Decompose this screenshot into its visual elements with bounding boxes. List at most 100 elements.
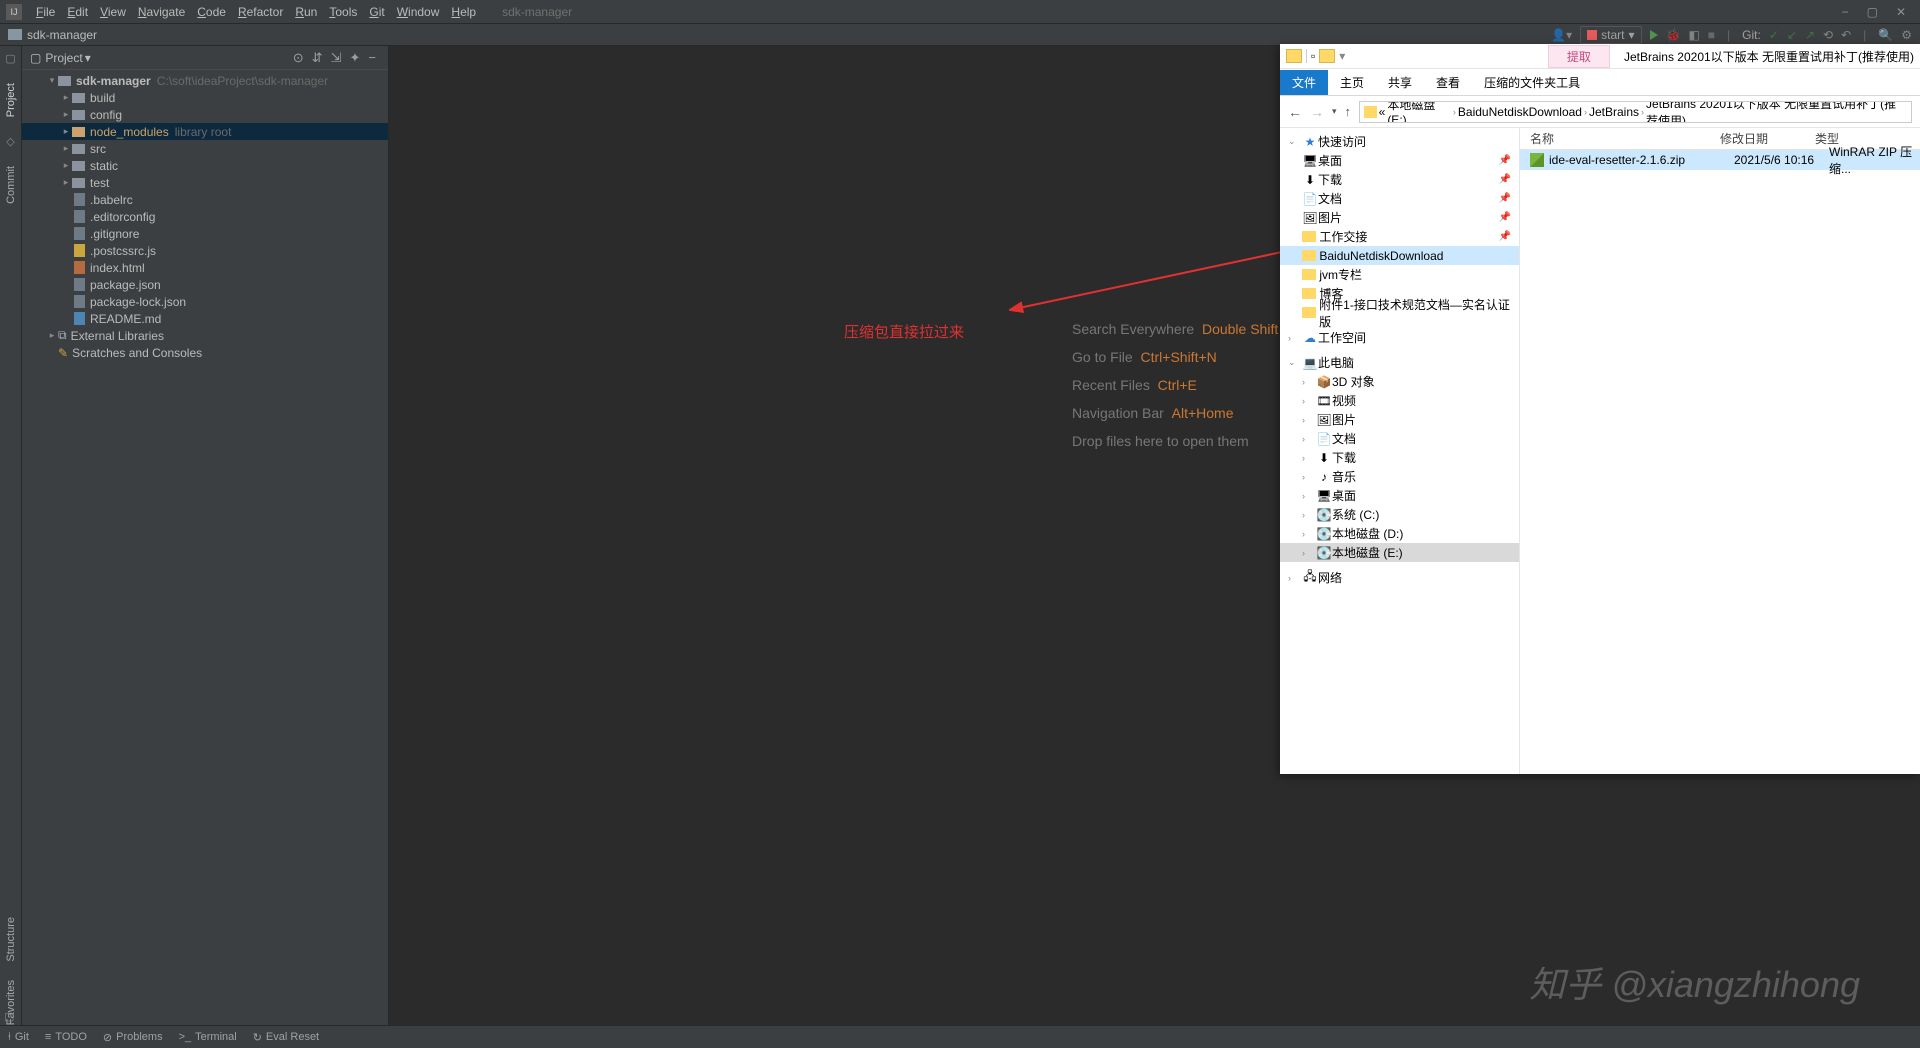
side-item[interactable]: 工作交接📌 [1280, 227, 1519, 246]
side-item[interactable]: ›💽本地磁盘 (D:) [1280, 524, 1519, 543]
user-add-icon[interactable]: 👤▾ [1551, 28, 1572, 42]
explorer-folder-icon[interactable] [1286, 49, 1302, 63]
tree-scratches[interactable]: ✎Scratches and Consoles [22, 344, 388, 361]
side-item[interactable]: ›⬇下载 [1280, 448, 1519, 467]
tree-file[interactable]: .babelrc [22, 191, 388, 208]
ribbon-tab-compressed[interactable]: 压缩的文件夹工具 [1472, 70, 1592, 95]
hide-panel-icon[interactable]: − [364, 50, 380, 65]
side-item[interactable]: 🖥桌面📌 [1280, 151, 1519, 170]
tree-folder-test[interactable]: ▸test [22, 174, 388, 191]
select-opened-file-icon[interactable]: ⊙ [289, 50, 308, 66]
side-item[interactable]: ›🎞视频 [1280, 391, 1519, 410]
quick-access-icon[interactable]: ▫ [1311, 49, 1315, 63]
bottom-tab-problems[interactable]: ⊘Problems [103, 1031, 163, 1044]
menu-tools[interactable]: Tools [323, 5, 363, 19]
minimize-icon[interactable]: − [1842, 5, 1849, 19]
column-name[interactable]: 名称 [1530, 130, 1720, 147]
bottom-tab-git[interactable]: ⍿Git [8, 1031, 29, 1044]
menu-window[interactable]: Window [391, 5, 446, 19]
project-header-label[interactable]: Project [45, 51, 82, 65]
tree-file[interactable]: README.md [22, 310, 388, 327]
menu-refactor[interactable]: Refactor [232, 5, 289, 19]
path-segment[interactable]: BaiduNetdiskDownload [1458, 105, 1582, 119]
side-item[interactable]: ›📄文档 [1280, 429, 1519, 448]
tree-root[interactable]: ▾sdk-managerC:\soft\ideaProject\sdk-mana… [22, 72, 388, 89]
tool-window-handle-icon[interactable]: ▢ [4, 1010, 18, 1024]
tab-commit[interactable]: Commit [5, 166, 17, 204]
tree-folder-node-modules[interactable]: ▸node_moduleslibrary root [22, 123, 388, 140]
maximize-icon[interactable]: ▢ [1867, 5, 1878, 19]
nav-back-icon[interactable]: ← [1288, 104, 1302, 120]
qat-chevron-icon[interactable]: ▾ [1339, 49, 1345, 63]
menu-help[interactable]: Help [445, 5, 482, 19]
file-list-item[interactable]: ide-eval-resetter-2.1.6.zip 2021/5/6 10:… [1520, 150, 1920, 170]
search-icon[interactable]: 🔍 [1878, 28, 1893, 42]
tree-file[interactable]: .gitignore [22, 225, 388, 242]
side-item[interactable]: BaiduNetdiskDownload [1280, 246, 1519, 265]
menu-view[interactable]: View [94, 5, 132, 19]
git-rollback-icon[interactable]: ↶ [1841, 28, 1851, 42]
side-workspace[interactable]: ›☁工作空间 [1280, 328, 1519, 347]
side-item[interactable]: ⬇下载📌 [1280, 170, 1519, 189]
file-explorer-window[interactable]: ▫ ▾ 提取 JetBrains 20201以下版本 无限重置试用补丁(推荐使用… [1280, 44, 1920, 774]
column-date[interactable]: 修改日期 [1720, 130, 1815, 147]
tree-file[interactable]: .postcssrc.js [22, 242, 388, 259]
project-tab-icon[interactable]: ▢ [5, 52, 15, 65]
tree-file[interactable]: index.html [22, 259, 388, 276]
extract-contextual-tab[interactable]: 提取 [1548, 45, 1610, 68]
menu-file[interactable]: File [30, 5, 61, 19]
nav-forward-icon[interactable]: → [1310, 104, 1324, 120]
expand-all-icon[interactable]: ⇵ [308, 50, 327, 66]
side-item[interactable]: jvm专栏 [1280, 265, 1519, 284]
git-update-icon[interactable]: ✓ [1769, 28, 1779, 42]
git-push-icon[interactable]: ↗ [1805, 28, 1815, 42]
tree-file[interactable]: .editorconfig [22, 208, 388, 225]
menu-code[interactable]: Code [191, 5, 232, 19]
close-icon[interactable]: ✕ [1896, 5, 1906, 19]
explorer-folder-icon[interactable] [1319, 49, 1335, 63]
tree-external-libraries[interactable]: ▸⧉External Libraries [22, 327, 388, 344]
side-item[interactable]: 🖼图片📌 [1280, 208, 1519, 227]
git-history-icon[interactable]: ⟲ [1823, 28, 1833, 42]
ribbon-tab-view[interactable]: 查看 [1424, 70, 1472, 95]
tab-project[interactable]: Project [5, 83, 17, 117]
tree-folder-config[interactable]: ▸config [22, 106, 388, 123]
side-item[interactable]: ›🖼图片 [1280, 410, 1519, 429]
commit-tab-icon[interactable]: ◇ [6, 135, 14, 148]
tab-structure[interactable]: Structure [5, 917, 17, 962]
side-item[interactable]: 📄文档📌 [1280, 189, 1519, 208]
debug-button[interactable]: 🐞 [1666, 28, 1681, 42]
path-segment[interactable]: JetBrains 20201以下版本 无限重置试用补丁(推荐使用) [1646, 101, 1907, 123]
tree-folder-static[interactable]: ▸static [22, 157, 388, 174]
ribbon-tab-share[interactable]: 共享 [1376, 70, 1424, 95]
git-commit-icon[interactable]: ↙ [1787, 28, 1797, 42]
breadcrumb-root[interactable]: sdk-manager [27, 28, 97, 42]
side-item[interactable]: ›🖥桌面 [1280, 486, 1519, 505]
path-segment[interactable]: 本地磁盘 (E:) [1387, 101, 1451, 123]
nav-up-icon[interactable]: ↑ [1345, 104, 1352, 119]
side-item[interactable]: 附件1-接口技术规范文档—实名认证版 [1280, 303, 1519, 322]
tree-file[interactable]: package.json [22, 276, 388, 293]
path-segment[interactable]: JetBrains [1589, 105, 1639, 119]
side-this-pc[interactable]: ⌄💻此电脑 [1280, 353, 1519, 372]
side-quick-access[interactable]: ⌄★快速访问 [1280, 132, 1519, 151]
bottom-tab-terminal[interactable]: >_Terminal [179, 1031, 237, 1043]
coverage-button[interactable]: ◧ [1688, 28, 1699, 42]
tree-folder-src[interactable]: ▸src [22, 140, 388, 157]
menu-edit[interactable]: Edit [61, 5, 94, 19]
run-configuration-selector[interactable]: start ▾ [1580, 26, 1641, 44]
collapse-all-icon[interactable]: ⇲ [327, 50, 346, 66]
stop-button[interactable]: ■ [1708, 28, 1715, 42]
side-item[interactable]: ›♪音乐 [1280, 467, 1519, 486]
menu-navigate[interactable]: Navigate [132, 5, 191, 19]
nav-history-icon[interactable]: ▾ [1332, 106, 1337, 117]
ribbon-tab-file[interactable]: 文件 [1280, 70, 1328, 95]
bottom-tab-todo[interactable]: ≡TODO [45, 1031, 87, 1043]
settings-icon[interactable]: ⚙ [1901, 28, 1912, 42]
side-item[interactable]: ›💽本地磁盘 (E:) [1280, 543, 1519, 562]
tree-folder-build[interactable]: ▸build [22, 89, 388, 106]
tree-file[interactable]: package-lock.json [22, 293, 388, 310]
side-item[interactable]: ›💽系统 (C:) [1280, 505, 1519, 524]
settings-gear-icon[interactable]: ✦ [346, 50, 365, 66]
ribbon-tab-home[interactable]: 主页 [1328, 70, 1376, 95]
